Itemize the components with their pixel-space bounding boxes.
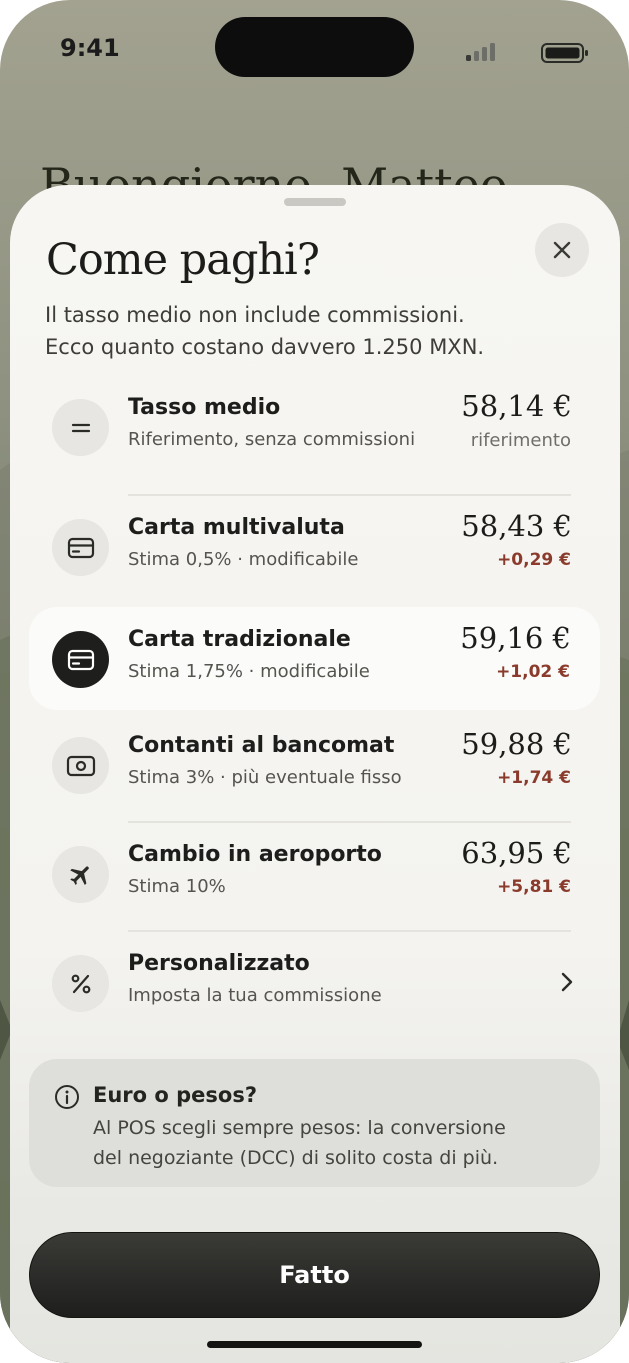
option-personalizzato[interactable]: Personalizzato Imposta la tua commission… [10,931,620,1034]
option-name: Carta multivaluta [128,515,345,540]
dynamic-island [215,17,414,77]
info-text-line-1: Al POS scegli sempre pesos: la conversio… [93,1117,506,1139]
option-description: Riferimento, senza commissioni [128,429,416,450]
close-button[interactable] [535,223,589,277]
option-name: Carta tradizionale [128,627,351,652]
option-name: Contanti al bancomat [128,733,395,758]
option-delta: +1,74 € [497,768,571,788]
option-description: Imposta la tua commissione [128,985,382,1006]
cash-icon [52,737,109,794]
chevron-right-icon [561,972,573,992]
sheet-grabber[interactable] [284,198,346,206]
option-name: Personalizzato [128,951,310,976]
card-icon [52,519,109,576]
option-description: Stima 0,5% · modificabile [128,549,359,570]
option-description: Stima 3% · più eventuale fisso [128,767,402,788]
option-amount: 58,43 € [461,509,572,543]
battery-icon [541,43,588,63]
percent-icon [52,955,109,1012]
airplane-icon [52,846,109,903]
option-description: Stima 1,75% · modificabile [128,661,370,682]
option-delta: +0,29 € [497,550,571,570]
option-cambio-aeroporto[interactable]: Cambio in aeroporto Stima 10% 63,95 € +5… [10,822,620,925]
option-amount: 59,88 € [461,727,572,761]
done-button[interactable]: Fatto [29,1232,600,1318]
option-contanti-bancomat[interactable]: Contanti al bancomat Stima 3% · più even… [10,713,620,816]
info-text: Al POS scegli sempre pesos: la conversio… [93,1113,573,1173]
dcc-info-card: Euro o pesos? Al POS scegli sempre pesos… [29,1059,600,1187]
home-indicator[interactable] [207,1341,422,1348]
option-delta: +5,81 € [497,877,571,897]
payment-method-sheet: Come paghi? Il tasso medio non include c… [10,185,620,1363]
option-carta-tradizionale[interactable]: Carta tradizionale Stima 1,75% · modific… [29,607,600,710]
info-text-line-2: del negoziante (DCC) di solito costa di … [93,1147,499,1169]
subtitle-line-2: Ecco quanto costano davvero 1.250 MXN. [45,335,485,359]
option-amount: 58,14 € [461,389,572,423]
option-delta: +1,02 € [496,662,570,682]
subtitle-line-1: Il tasso medio non include commissioni. [45,303,465,327]
done-button-label: Fatto [279,1261,350,1289]
option-amount: 59,16 € [460,621,571,655]
card-icon [52,631,109,688]
option-name: Cambio in aeroporto [128,842,382,867]
status-time: 9:41 [60,34,120,62]
sheet-title: Come paghi? [46,235,320,285]
option-carta-multivaluta[interactable]: Carta multivaluta Stima 0,5% · modificab… [10,495,620,598]
option-description: Stima 10% [128,876,226,897]
equals-icon [52,399,109,456]
close-icon [553,241,571,259]
sheet-subtitle: Il tasso medio non include commissioni. … [45,299,565,363]
phone-screen: 9:41 Buongiorno, Matteo Come paghi? Il t… [0,0,629,1363]
option-note: riferimento [470,430,571,451]
option-amount: 63,95 € [461,836,572,870]
option-tasso-medio[interactable]: Tasso medio Riferimento, senza commissio… [10,375,620,478]
info-icon [55,1085,79,1109]
cellular-signal-icon [466,41,498,61]
info-title: Euro o pesos? [93,1083,258,1107]
option-name: Tasso medio [128,395,281,420]
